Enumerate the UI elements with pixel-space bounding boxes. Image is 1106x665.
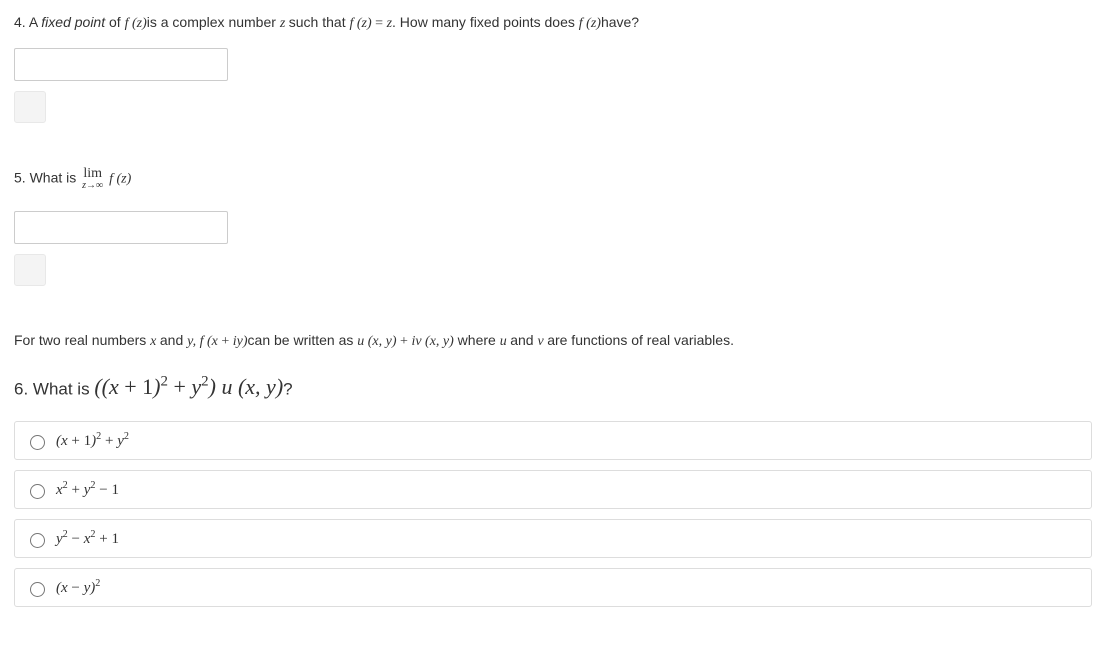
option-a[interactable]: (x + 1)2 + y2 (14, 421, 1092, 460)
intro-t1: For two real numbers (14, 332, 150, 348)
q5-txt-pre: What is (26, 170, 80, 186)
q4-check-box[interactable] (14, 91, 46, 123)
q4-number: 4. (14, 14, 26, 30)
q4-math-f2: f (z) (579, 16, 601, 31)
q5-check-box[interactable] (14, 254, 46, 286)
intro-u: u (500, 334, 511, 349)
question-4-text: 4. A fixed point of f (z)is a complex nu… (14, 12, 1092, 34)
option-d-label: (x − y)2 (56, 578, 100, 597)
q4-term: fixed point (41, 14, 105, 30)
option-b[interactable]: x2 + y2 − 1 (14, 470, 1092, 509)
intro-fxy: f (x + iy) (200, 334, 248, 349)
option-c[interactable]: y2 − x2 + 1 (14, 519, 1092, 558)
intro-paragraph: For two real numbers x and y, f (x + iy)… (14, 330, 1092, 352)
intro-uv: u (x, y) + iv (x, y) (357, 334, 454, 349)
question-5-text: 5. What is limz→∞ f (z) (14, 167, 1092, 191)
option-d-radio[interactable] (30, 582, 45, 597)
option-d[interactable]: (x − y)2 (14, 568, 1092, 607)
question-4: 4. A fixed point of f (z)is a complex nu… (14, 12, 1092, 123)
q4-math-f1: f (z) (125, 16, 147, 31)
q5-answer-input[interactable] (14, 211, 228, 244)
q6-pre: What is (28, 379, 94, 398)
option-b-label: x2 + y2 − 1 (56, 480, 119, 499)
q4-txt-a: A (29, 14, 41, 30)
intro-t5: and (510, 332, 537, 348)
intro-t3: can be written as (248, 332, 358, 348)
question-6-text: 6. What is ((x + 1)2 + y2) u (x, y)? (14, 372, 1092, 403)
intro-v: v (537, 334, 547, 349)
q4-txt-e: . How many fixed points does (392, 14, 579, 30)
q4-txt-b: of (105, 14, 124, 30)
q6-expr: ((x + 1)2 + y2) u (x, y) (94, 374, 283, 399)
option-a-label: (x + 1)2 + y2 (56, 431, 129, 450)
intro-t6: are functions of real variables. (547, 332, 734, 348)
question-6: 6. What is ((x + 1)2 + y2) u (x, y)? (x … (14, 372, 1092, 607)
q4-txt-d: such that (289, 14, 350, 30)
q6-number: 6. (14, 379, 28, 398)
option-c-label: y2 − x2 + 1 (56, 529, 119, 548)
q4-math-eq: f (z) = z (349, 16, 392, 31)
q4-txt-f: have? (601, 14, 639, 30)
q5-number: 5. (14, 170, 26, 186)
option-c-radio[interactable] (30, 533, 45, 548)
q4-answer-input[interactable] (14, 48, 228, 81)
limit-top: lim (82, 167, 103, 181)
intro-y: y, (187, 334, 199, 349)
limit-notation: limz→∞ (82, 167, 103, 191)
intro-t2: and (160, 332, 187, 348)
option-b-radio[interactable] (30, 484, 45, 499)
intro-x: x (150, 334, 160, 349)
q4-var-z: z (280, 16, 289, 31)
intro-t4: where (454, 332, 500, 348)
question-5: 5. What is limz→∞ f (z) (14, 167, 1092, 286)
q6-tail: ? (283, 379, 292, 398)
option-a-radio[interactable] (30, 435, 45, 450)
limit-sub: z→∞ (82, 181, 103, 191)
q5-fn: f (z) (109, 172, 131, 187)
q4-txt-c: is a complex number (147, 14, 280, 30)
